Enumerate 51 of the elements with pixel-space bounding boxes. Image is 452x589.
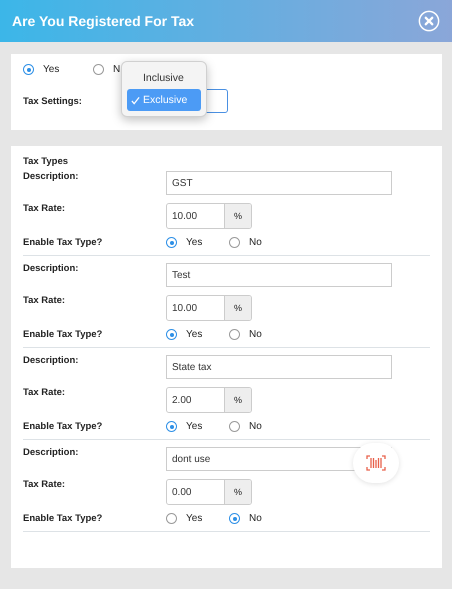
tax-rate-field[interactable]: 10.00 % — [166, 203, 252, 229]
description-field[interactable]: Test — [166, 263, 392, 287]
field-label: Tax Rate: — [23, 295, 66, 306]
radio-button[interactable] — [23, 64, 34, 75]
radio-label: No — [249, 237, 262, 248]
field-label: Description: — [23, 171, 80, 182]
field-label: Tax Rate: — [23, 387, 66, 398]
radio-button[interactable] — [166, 329, 177, 340]
field-label: Enable Tax Type? — [23, 237, 104, 248]
check-icon — [131, 96, 140, 104]
radio-button[interactable] — [229, 329, 240, 340]
tax-rate-field[interactable]: 2.00 % — [166, 387, 252, 413]
radio-label: Yes — [186, 421, 202, 432]
field-label: Description: — [23, 355, 80, 366]
radio-button[interactable] — [93, 64, 104, 75]
field-label: Enable Tax Type? — [23, 421, 104, 432]
field-label: Description: — [23, 263, 80, 274]
dropdown-option[interactable]: Inclusive — [127, 67, 201, 89]
radio-label: No — [249, 513, 262, 524]
radio-button[interactable] — [229, 237, 240, 248]
percent-addon: % — [224, 480, 251, 504]
radio-button[interactable] — [229, 421, 240, 432]
radio-button[interactable] — [166, 513, 177, 524]
radio-label: Yes — [186, 237, 202, 248]
barcode-icon — [366, 455, 386, 471]
tax-rate-field[interactable]: 10.00 % — [166, 295, 252, 321]
field-label: Tax Settings: — [23, 96, 82, 106]
description-field[interactable]: GST — [166, 171, 392, 195]
radio-label: N — [113, 64, 120, 75]
dialog-title: Are You Registered For Tax — [12, 13, 194, 29]
field-label: Tax Rate: — [23, 203, 66, 214]
field-label: Description: — [23, 447, 80, 458]
radio-label: Yes — [186, 329, 202, 340]
section-title: Tax Types — [23, 156, 70, 167]
radio-button[interactable] — [229, 513, 240, 524]
percent-addon: % — [224, 388, 251, 412]
field-label: Enable Tax Type? — [23, 329, 104, 340]
field-label: Enable Tax Type? — [23, 513, 104, 524]
radio-label: Yes — [186, 513, 202, 524]
close-icon[interactable] — [418, 10, 440, 32]
description-field[interactable]: State tax — [166, 355, 392, 379]
radio-label: Yes — [43, 64, 60, 75]
tax-rate-field[interactable]: 0.00 % — [166, 479, 252, 505]
percent-addon: % — [224, 204, 251, 228]
percent-addon: % — [224, 296, 251, 320]
radio-button[interactable] — [166, 237, 177, 248]
radio-button[interactable] — [166, 421, 177, 432]
radio-label: No — [249, 329, 262, 340]
field-label: Tax Rate: — [23, 479, 66, 490]
radio-label: No — [249, 421, 262, 432]
barcode-scan-overlay[interactable] — [353, 443, 399, 483]
